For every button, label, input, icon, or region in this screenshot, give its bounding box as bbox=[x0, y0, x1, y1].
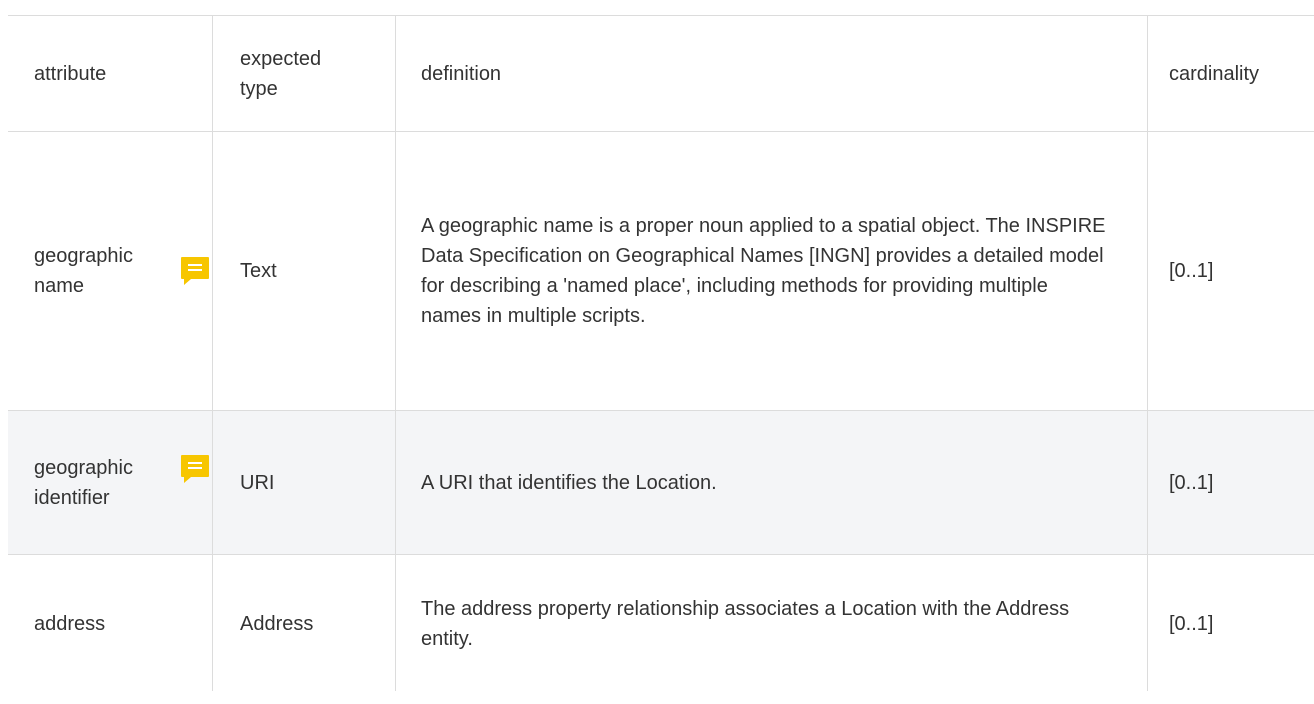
expected-type-cell: Address bbox=[240, 612, 314, 635]
expected-type-cell: Text bbox=[240, 260, 277, 282]
table-row: geographic identifier URI A URI that ide… bbox=[8, 410, 1314, 554]
header-expected-type-line1: expected bbox=[240, 47, 322, 70]
column-divider bbox=[395, 15, 396, 691]
attribute-cell: geographic name bbox=[8, 132, 212, 410]
attribute-name: geographic name bbox=[34, 241, 133, 301]
attribute-cell: geographic identifier bbox=[8, 411, 212, 554]
cardinality-cell: [0..1] bbox=[1169, 471, 1214, 494]
table-row: address Address The address property rel… bbox=[8, 554, 1314, 704]
definition-cell: The address property relationship associ… bbox=[421, 597, 1070, 650]
attribute-name: geographic identifier bbox=[34, 453, 133, 513]
table-row: geographic name Text A geographic name i… bbox=[8, 131, 1314, 410]
comment-icon[interactable] bbox=[179, 453, 211, 485]
definition-cell: A URI that identifies the Location. bbox=[421, 471, 717, 494]
attribute-table: attribute expected type definition cardi… bbox=[8, 0, 1314, 691]
header-expected-type-line2: type bbox=[240, 77, 278, 100]
cardinality-cell: [0..1] bbox=[1169, 260, 1214, 282]
column-divider bbox=[1147, 15, 1148, 691]
expected-type-cell: URI bbox=[240, 471, 275, 494]
header-cardinality: cardinality bbox=[1169, 62, 1260, 85]
column-divider bbox=[212, 15, 213, 691]
table-header-row: attribute expected type definition cardi… bbox=[8, 15, 1314, 131]
comment-icon[interactable] bbox=[179, 255, 211, 287]
attribute-cell: address bbox=[34, 612, 106, 635]
cardinality-cell: [0..1] bbox=[1169, 612, 1214, 635]
header-definition: definition bbox=[421, 62, 502, 85]
attribute-name-line2: name bbox=[34, 275, 85, 297]
header-expected-type: expected type bbox=[212, 16, 395, 131]
attribute-name-line1: geographic bbox=[34, 245, 133, 267]
attribute-name-line1: geographic bbox=[34, 456, 133, 479]
definition-cell: A geographic name is a proper noun appli… bbox=[421, 215, 1106, 327]
attribute-name-line2: identifier bbox=[34, 486, 110, 509]
header-attribute: attribute bbox=[34, 62, 107, 85]
